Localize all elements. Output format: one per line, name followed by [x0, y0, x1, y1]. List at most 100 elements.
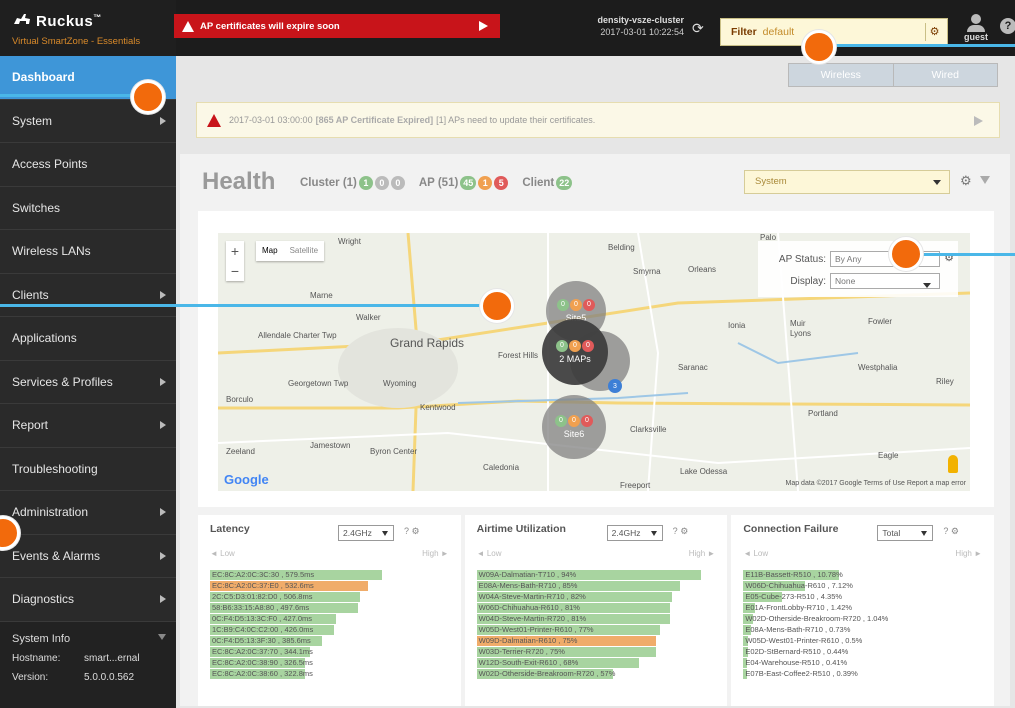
- collapse-icon[interactable]: [980, 176, 990, 184]
- tab-wired[interactable]: Wired: [892, 64, 997, 86]
- list-item[interactable]: W04A-Steve-Martin-R710 , 82%: [476, 592, 716, 603]
- sort-low[interactable]: ◄ Low: [210, 549, 235, 558]
- user-icon: [971, 14, 981, 24]
- list-item[interactable]: E08A-Mens-Bath-R710 , 0.73%: [743, 625, 982, 636]
- card-actions: ? ⚙: [673, 526, 689, 537]
- list-item[interactable]: W05D-West01-Printer-R610 , 77%: [476, 625, 716, 636]
- sidebar-item-events-alarms[interactable]: Events & Alarms: [0, 535, 176, 578]
- list-item[interactable]: 0C:F4:D5:13:3F:30 , 385.6ms: [210, 636, 449, 647]
- annotation-marker: [131, 80, 165, 114]
- map-cluster-bubble[interactable]: 000 2 MAPs: [542, 319, 608, 385]
- filter-gear-icon[interactable]: ⚙: [925, 23, 943, 41]
- sidebar-item-clients[interactable]: Clients: [0, 274, 176, 317]
- user-menu[interactable]: guest: [960, 14, 992, 42]
- sidebar-item-label: Troubleshooting: [12, 461, 98, 476]
- list-item[interactable]: W05D-West01-Printer-R610 , 0.5%: [743, 636, 982, 647]
- bar-label: 1C:B9:C4:0C:C2:00 , 426.0ms: [212, 625, 314, 634]
- ap-cluster-badge[interactable]: 3: [608, 379, 622, 393]
- list-item[interactable]: 0C:F4:D5:13:3C:F0 , 427.0ms: [210, 614, 449, 625]
- map-type-satellite[interactable]: Satellite: [284, 241, 324, 261]
- map-place-label: Ionia: [728, 321, 746, 330]
- annotation-line: [0, 94, 140, 97]
- list-item[interactable]: E05-Cube-273-R510 , 4.35%: [743, 592, 982, 603]
- refresh-icon[interactable]: ⟳: [692, 20, 704, 37]
- band-select[interactable]: 2.4GHz: [606, 525, 663, 541]
- ap-count-group[interactable]: AP (51) 45 1 5: [419, 176, 509, 190]
- help-icon[interactable]: ?: [943, 526, 948, 536]
- list-item[interactable]: W02D-Otherside-Breakroom-R720 , 57%: [476, 669, 716, 680]
- list-item[interactable]: E08A-Mens-Bath-R710 , 85%: [476, 581, 716, 592]
- sidebar-item-access-points[interactable]: Access Points: [0, 143, 176, 187]
- help-icon[interactable]: ?: [404, 526, 409, 536]
- sidebar-item-troubleshooting[interactable]: Troubleshooting: [0, 448, 176, 491]
- sidebar-item-wireless-lans[interactable]: Wireless LANs: [0, 230, 176, 274]
- list-item[interactable]: 2C:C5:D3:01:82:D0 , 506.8ms: [210, 592, 449, 603]
- list-item[interactable]: W06D-Chihuahua-R610 , 7.12%: [743, 581, 982, 592]
- list-item[interactable]: E11B-Bassett-R510 , 10.78%: [743, 570, 982, 581]
- sort-low[interactable]: ◄ Low: [477, 549, 502, 558]
- list-item[interactable]: EC:8C:A2:0C:38:60 , 322.8ms: [210, 669, 449, 680]
- list-item[interactable]: E04-Warehouse-R510 , 0.41%: [743, 658, 982, 669]
- help-icon[interactable]: ?: [1000, 18, 1015, 34]
- system-select[interactable]: System: [744, 170, 950, 194]
- sidebar-item-switches[interactable]: Switches: [0, 187, 176, 230]
- bar-label: 0C:F4:D5:13:3C:F0 , 427.0ms: [212, 614, 313, 623]
- sort-high[interactable]: High ►: [955, 549, 982, 558]
- list-item[interactable]: W09A-Dalmatian-T710 , 94%: [476, 570, 716, 581]
- list-item[interactable]: E02D-StBernard-R510 , 0.44%: [743, 647, 982, 658]
- gear-icon[interactable]: ⚙: [412, 526, 420, 536]
- list-item[interactable]: EC:8C:A2:0C:37:70 , 344.1ms: [210, 647, 449, 658]
- list-item[interactable]: W12D-South-Exit-R610 , 68%: [476, 658, 716, 669]
- list-item[interactable]: E07B-East-Coffee2-R510 , 0.39%: [743, 669, 982, 680]
- help-icon[interactable]: ?: [673, 526, 678, 536]
- system-info-title[interactable]: System Info: [12, 630, 164, 649]
- sidebar-item-applications[interactable]: Applications: [0, 317, 176, 361]
- list-item[interactable]: W02D-Otherside-Breakroom-R720 , 1.04%: [743, 614, 982, 625]
- list-item[interactable]: EC:8C:A2:0C:38:90 , 326.5ms: [210, 658, 449, 669]
- play-icon[interactable]: [974, 116, 983, 126]
- list-item[interactable]: W04D-Steve-Martin-R720 , 81%: [476, 614, 716, 625]
- band-select[interactable]: 2.4GHz: [338, 525, 394, 541]
- client-count-group[interactable]: Client 22: [522, 176, 573, 190]
- user-name: guest: [963, 32, 988, 42]
- zoom-out-button[interactable]: −: [226, 261, 244, 281]
- gear-icon[interactable]: ⚙: [960, 173, 972, 189]
- display-select[interactable]: None: [830, 273, 940, 289]
- list-item[interactable]: E01A-FrontLobby-R710 , 1.42%: [743, 603, 982, 614]
- map-attribution[interactable]: Map data ©2017 Google Terms of Use Repor…: [785, 480, 966, 487]
- list-item[interactable]: W09D-Dalmatian-R610 , 75%: [476, 636, 716, 647]
- list-item[interactable]: EC:8C:A2:0C:3C:30 , 579.5ms: [210, 570, 449, 581]
- sort-high[interactable]: High ►: [689, 549, 716, 558]
- map-type-map[interactable]: Map: [256, 241, 284, 261]
- status-badge: 5: [494, 176, 509, 190]
- sidebar-item-diagnostics[interactable]: Diagnostics: [0, 578, 176, 622]
- notice-event: [865 AP Certificate Expired]: [315, 115, 434, 125]
- list-item[interactable]: 1C:B9:C4:0C:C2:00 , 426.0ms: [210, 625, 449, 636]
- sidebar-item-administration[interactable]: Administration: [0, 491, 176, 535]
- type-select[interactable]: Total: [877, 525, 934, 541]
- status-dots: 000: [557, 299, 595, 311]
- sort-high[interactable]: High ►: [422, 549, 449, 558]
- play-icon[interactable]: [479, 21, 488, 31]
- list-item[interactable]: W03D-Terrier-R720 , 75%: [476, 647, 716, 658]
- street-view-icon[interactable]: [948, 455, 958, 473]
- bar-label: W09A-Dalmatian-T710 , 94%: [478, 570, 577, 579]
- gear-icon[interactable]: ⚙: [951, 526, 959, 536]
- cluster-count-group[interactable]: Cluster (1) 1 0 0: [300, 176, 405, 190]
- bar-label: EC:8C:A2:0C:38:60 , 322.8ms: [212, 669, 313, 678]
- site-map[interactable]: Wright Belding Smyrna Orleans Marne Walker Ion…: [218, 233, 970, 491]
- brand-logo[interactable]: Ruckus™ Virtual SmartZone - Essentials: [0, 0, 176, 56]
- list-item[interactable]: EC:8C:A2:0C:37:E0 , 532.6ms: [210, 581, 449, 592]
- list-item[interactable]: 58:B6:33:15:A8:80 , 497.6ms: [210, 603, 449, 614]
- sidebar-item-services-profiles[interactable]: Services & Profiles: [0, 361, 176, 404]
- sidebar-item-report[interactable]: Report: [0, 404, 176, 448]
- sort-low[interactable]: ◄ Low: [743, 549, 768, 558]
- site-bubble[interactable]: 000 Site6: [542, 395, 606, 459]
- alert-banner[interactable]: AP certificates will expire soon: [174, 14, 500, 38]
- list-item[interactable]: W06D-Chihuahua-R610 , 81%: [476, 603, 716, 614]
- map-place-label: Eagle: [878, 451, 899, 460]
- gear-icon[interactable]: ⚙: [680, 526, 688, 536]
- collapse-icon[interactable]: [158, 634, 166, 640]
- zoom-in-button[interactable]: +: [226, 241, 244, 261]
- tab-wireless[interactable]: Wireless: [789, 64, 893, 86]
